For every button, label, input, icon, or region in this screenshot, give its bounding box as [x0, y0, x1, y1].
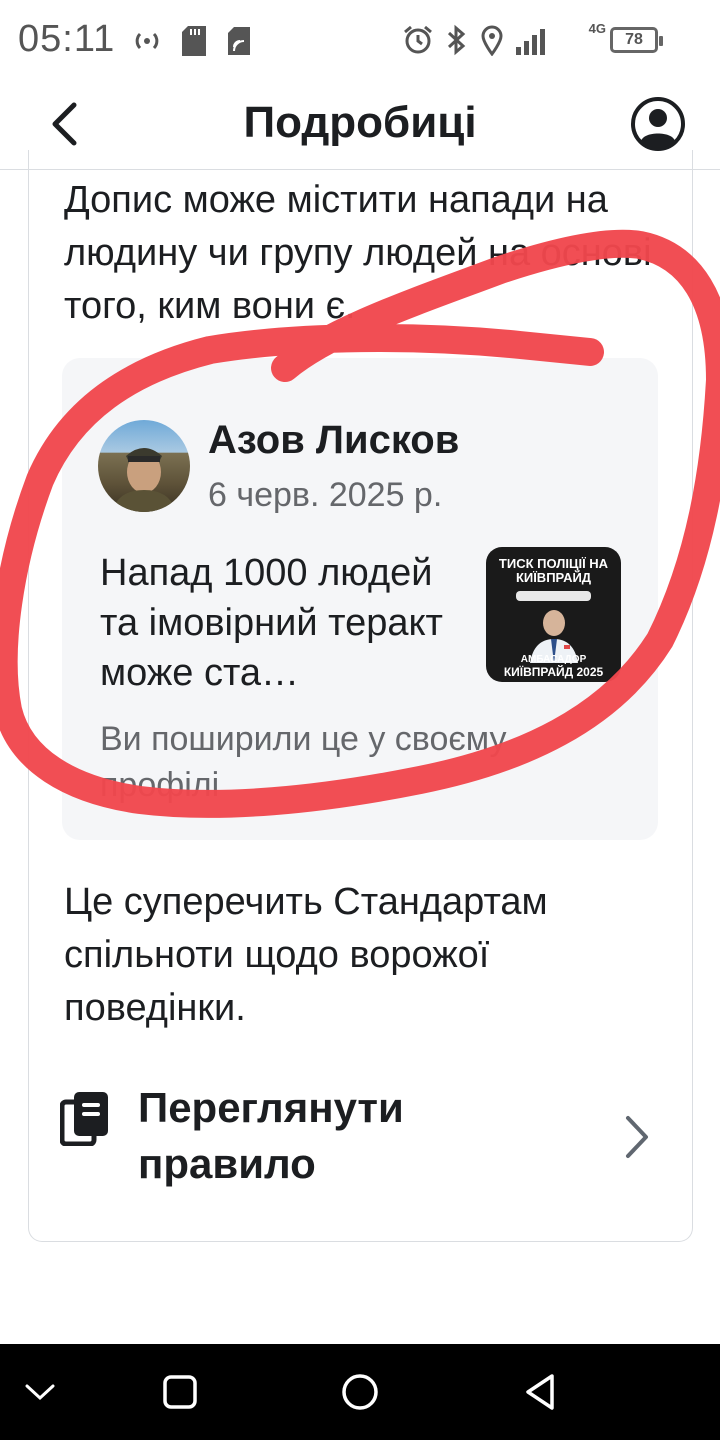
status-right-icons: [402, 24, 550, 56]
alarm-icon: [404, 25, 432, 54]
thumbnail-chip: [516, 591, 591, 601]
location-icon: [481, 25, 503, 56]
hotspot-icon: [135, 32, 159, 50]
chevron-right-icon: [626, 1116, 648, 1158]
nav-recents-button[interactable]: [156, 1368, 204, 1416]
square-icon: [163, 1375, 197, 1409]
battery-indicator: 78: [610, 27, 663, 53]
page-title: Подробиці: [243, 98, 477, 147]
circle-icon: [342, 1374, 378, 1410]
signal-icon: [516, 29, 545, 55]
sd-card-icon: [182, 26, 206, 56]
network-type: 4G: [588, 21, 606, 36]
account-circle-icon: [631, 97, 685, 151]
status-bar: 05:11 4G 78: [0, 0, 720, 84]
view-rule-label: Переглянути правило: [138, 1084, 404, 1187]
intro-text: Допис може містити напади на людину чи г…: [64, 179, 652, 327]
thumbnail-headline: ТИСК ПОЛІЦІЇ НА КИЇВПРАЙД: [498, 556, 609, 585]
thumbnail-footer: АМБАСАДОР КИЇВПРАЙД 2025: [486, 654, 621, 678]
profile-button[interactable]: [630, 96, 686, 152]
system-nav-bar: [0, 1344, 720, 1440]
sim-card-icon: [228, 27, 250, 55]
post-excerpt: Напад 1000 людей та імовірний теракт мож…: [100, 552, 443, 694]
post-thumbnail: ТИСК ПОЛІЦІЇ НА КИЇВПРАЙД АМБАСАДОР КИЇВ…: [486, 547, 621, 682]
nav-back-button[interactable]: [516, 1368, 564, 1416]
status-left-icons: [134, 26, 250, 56]
bluetooth-icon: [447, 24, 466, 56]
post-date: 6 черв. 2025 р.: [208, 476, 443, 514]
avatar: [98, 420, 190, 512]
triangle-back-icon: [526, 1374, 554, 1410]
shared-note: Ви поширили це у своєму профілі: [100, 720, 507, 804]
post-author: Азов Лисков: [208, 418, 460, 462]
thumbnail-footer-big: КИЇВПРАЙД 2025: [503, 665, 604, 679]
nav-home-button[interactable]: [336, 1368, 384, 1416]
chevron-down-icon: [25, 1384, 55, 1401]
status-time: 05:11: [18, 18, 116, 60]
violation-text: Це суперечить Стандартам спільноти щодо …: [64, 881, 548, 1029]
nav-collapse-button[interactable]: [16, 1368, 64, 1416]
view-rule-button[interactable]: Переглянути правило: [56, 1080, 666, 1200]
book-icon: [60, 1092, 108, 1146]
